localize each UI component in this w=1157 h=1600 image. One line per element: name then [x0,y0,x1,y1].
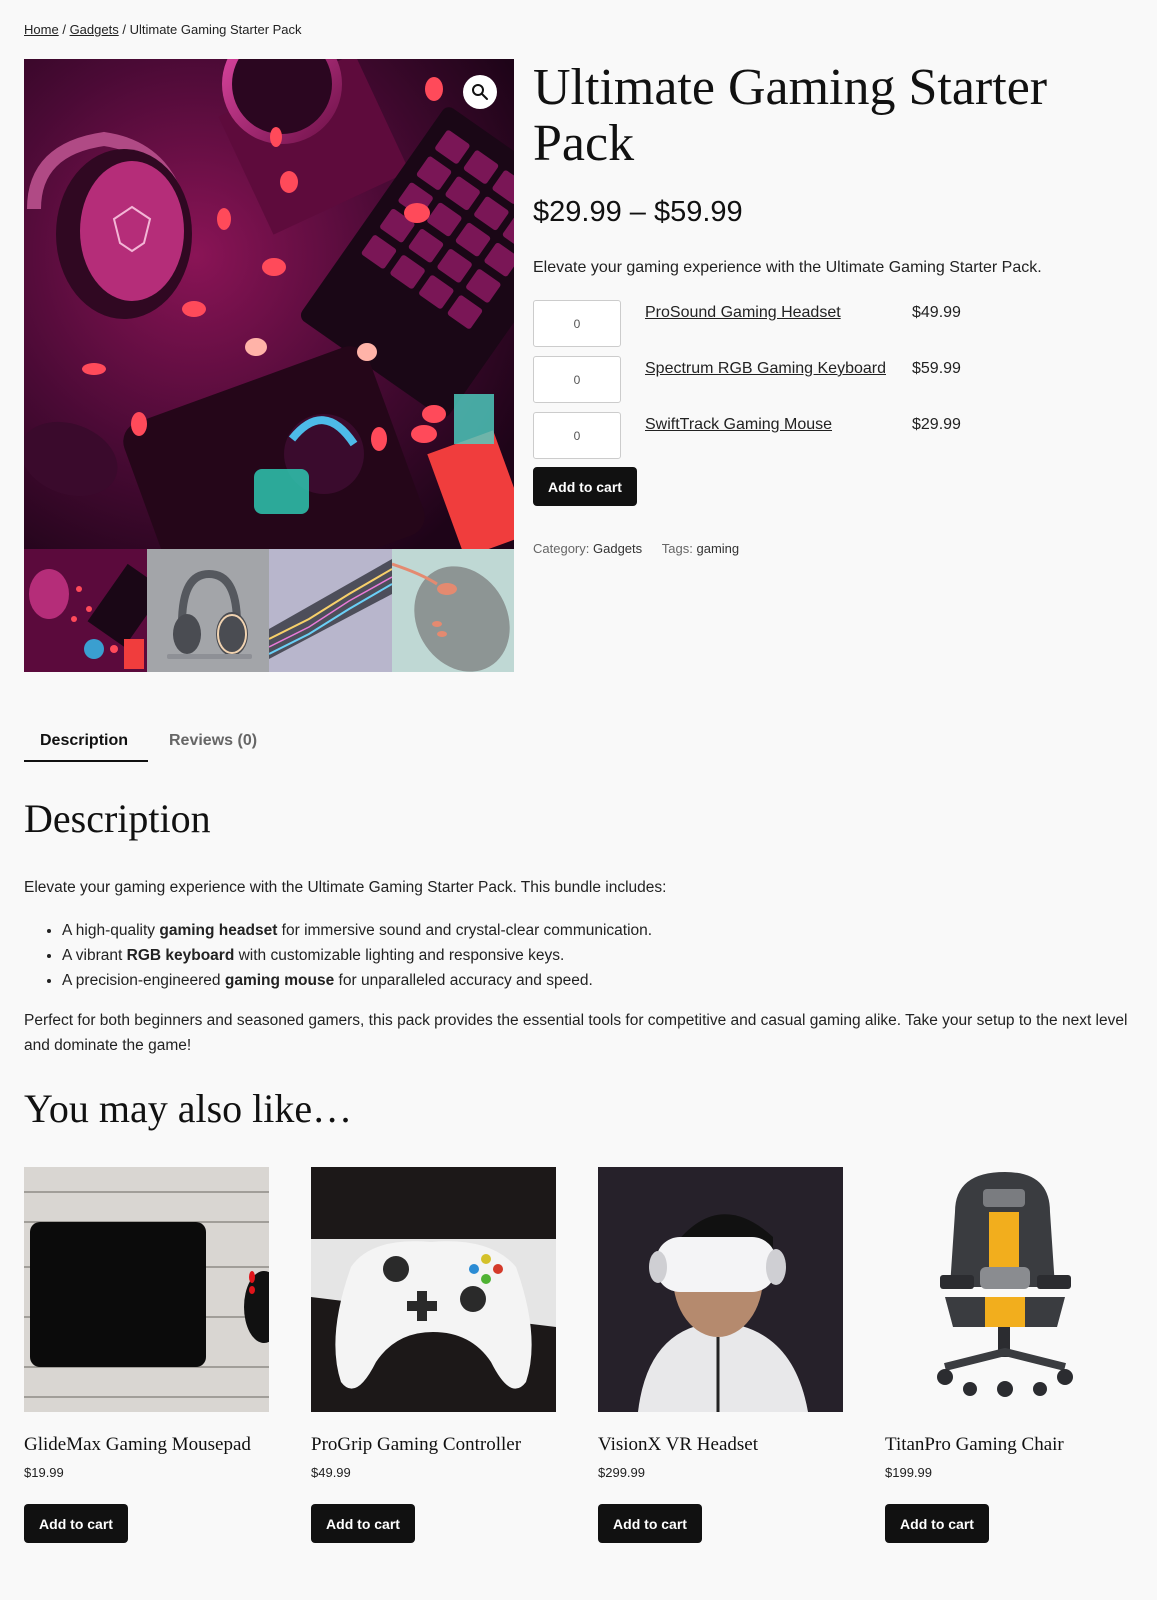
gaming-setup-illustration [24,59,514,549]
mouse-thumb-image [391,549,514,672]
add-to-cart-button[interactable]: Add to cart [533,467,637,506]
quantity-input[interactable] [533,412,621,459]
product-tabs: Description Reviews (0) [24,727,273,762]
related-product-price: $19.99 [24,1465,64,1480]
magnifier-icon [472,84,488,100]
bullet-text: A high-quality [62,922,160,939]
related-product-image[interactable] [885,1167,1130,1412]
grouped-product-price: $49.99 [912,304,961,321]
thumbnail-keyboard[interactable] [269,549,392,672]
price-range: $29.99 – $59.99 [533,196,743,228]
bullet-text: A precision-engineered [62,972,225,989]
controller-image [311,1167,556,1412]
bullet-text: for unparalleled accuracy and speed. [334,972,593,989]
mousepad-image [24,1167,269,1412]
breadcrumb-separator: / [122,22,126,37]
grouped-product-link[interactable]: ProSound Gaming Headset [645,304,841,322]
tab-reviews[interactable]: Reviews (0) [153,727,273,762]
related-heading: You may also like… [24,1086,353,1131]
thumbnail-headset[interactable] [146,549,269,672]
description-bullet: A precision-engineered gaming mouse for … [62,968,652,993]
related-product-image[interactable] [598,1167,843,1412]
add-to-cart-button[interactable]: Add to cart [24,1504,128,1543]
tags-label: Tags: [661,541,693,556]
product-main-image[interactable] [24,59,514,549]
gaming-setup-thumb-image [24,549,147,672]
product-title: Ultimate Gaming Starter Pack [533,59,1048,172]
product-meta: Category: Gadgets Tags: gaming [533,541,739,556]
related-product-image[interactable] [24,1167,269,1412]
headset-thumb-image [146,549,269,672]
related-product-name[interactable]: VisionX VR Headset [598,1434,843,1456]
add-to-cart-button[interactable]: Add to cart [598,1504,702,1543]
tag-link[interactable]: gaming [696,541,739,556]
grouped-product-price: $29.99 [912,416,961,433]
description-intro: Elevate your gaming experience with the … [24,879,667,896]
breadcrumb-current: Ultimate Gaming Starter Pack [129,22,302,37]
related-product-card: ProGrip Gaming Controller $49.99 Add to … [311,1167,556,1543]
bullet-bold: gaming headset [159,922,278,939]
keyboard-thumb-image [269,549,392,672]
grouped-product-price: $59.99 [912,360,961,377]
bullet-bold: RGB keyboard [126,947,235,964]
bullet-bold: gaming mouse [224,972,335,989]
breadcrumb: Home / Gadgets / Ultimate Gaming Starter… [24,22,302,37]
bullet-text: with customizable lighting and responsiv… [234,947,565,964]
grouped-product-link[interactable]: SwiftTrack Gaming Mouse [645,416,832,434]
tab-description[interactable]: Description [24,727,148,762]
add-to-cart-button[interactable]: Add to cart [885,1504,989,1543]
description-bullet: A high-quality gaming headset for immers… [62,918,652,943]
bullet-text: A vibrant [62,947,127,964]
description-heading: Description [24,796,211,841]
description-bullet: A vibrant RGB keyboard with customizable… [62,943,652,968]
breadcrumb-gadgets[interactable]: Gadgets [70,22,119,37]
related-product-card: TitanPro Gaming Chair $199.99 Add to car… [885,1167,1130,1543]
related-product-image[interactable] [311,1167,556,1412]
thumbnail-gaming-setup[interactable] [24,549,147,672]
quantity-input[interactable] [533,356,621,403]
quantity-input[interactable] [533,300,621,347]
related-product-price: $199.99 [885,1465,932,1480]
related-product-name[interactable]: GlideMax Gaming Mousepad [24,1434,269,1456]
related-product-price: $49.99 [311,1465,351,1480]
add-to-cart-button[interactable]: Add to cart [311,1504,415,1543]
category-link[interactable]: Gadgets [593,541,642,556]
vr-headset-image [598,1167,843,1412]
related-product-card: VisionX VR Headset $299.99 Add to cart [598,1167,843,1543]
grouped-product-link[interactable]: Spectrum RGB Gaming Keyboard [645,360,886,378]
related-product-price: $299.99 [598,1465,645,1480]
zoom-button[interactable] [463,75,497,109]
thumbnail-mouse[interactable] [391,549,514,672]
related-product-name[interactable]: ProGrip Gaming Controller [311,1434,556,1456]
description-bullets: A high-quality gaming headset for immers… [62,918,652,993]
description-outro: Perfect for both beginners and seasoned … [24,1012,1128,1054]
related-product-name[interactable]: TitanPro Gaming Chair [885,1434,1130,1456]
bullet-text: for immersive sound and crystal-clear co… [277,922,653,939]
gallery-thumbnails [24,549,514,672]
gaming-chair-image [885,1167,1130,1412]
category-label: Category: [533,541,590,556]
short-description: Elevate your gaming experience with the … [533,259,1042,276]
related-product-card: GlideMax Gaming Mousepad $19.99 Add to c… [24,1167,269,1543]
breadcrumb-separator: / [62,22,66,37]
breadcrumb-home[interactable]: Home [24,22,59,37]
